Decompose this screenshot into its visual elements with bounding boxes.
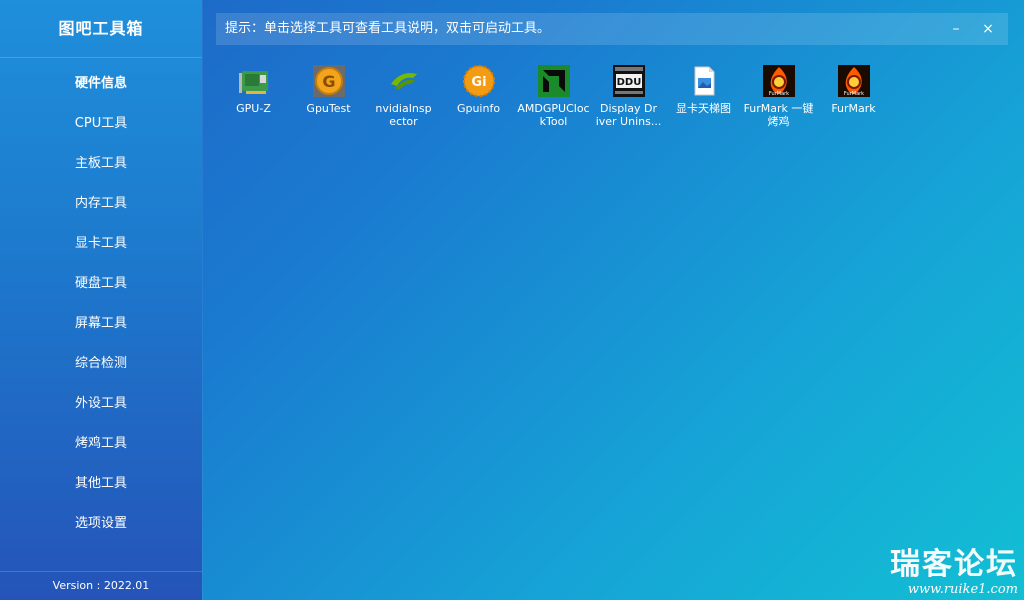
sidebar-item-cpu-tools[interactable]: CPU工具 — [0, 104, 202, 144]
sidebar-item-peripheral-tools[interactable]: 外设工具 — [0, 384, 202, 424]
tool-furmark-one-click[interactable]: FurMark FurMark 一键 烤鸡 — [741, 64, 816, 128]
watermark: 瑞客论坛 www.ruike1.com — [890, 547, 1018, 598]
svg-text:G: G — [322, 72, 335, 91]
tool-label: 显卡天梯图 — [676, 102, 731, 115]
version-label: Version : 2022.01 — [0, 571, 202, 600]
gpuz-icon — [237, 64, 271, 98]
tool-label: FurMark 一键 烤鸡 — [743, 102, 814, 128]
tool-label: nvidiaInsp ector — [375, 102, 432, 128]
ddu-icon: DDU — [612, 64, 646, 98]
watermark-url: www.ruike1.com — [907, 582, 1018, 597]
sidebar-item-screen-tools[interactable]: 屏幕工具 — [0, 304, 202, 344]
tool-label: FurMark — [831, 102, 876, 115]
svg-text:Gi: Gi — [471, 75, 486, 90]
tool-label: GPU-Z — [236, 102, 271, 115]
app-title: 图吧工具箱 — [0, 0, 202, 58]
tool-grid: GPU-Z G GpuTest nvidiaInsp ector Gi Gpui… — [216, 64, 1016, 144]
svg-text:FurMark: FurMark — [768, 91, 788, 97]
tool-label: Gpuinfo — [456, 102, 501, 115]
sidebar-item-memory-tools[interactable]: 内存工具 — [0, 184, 202, 224]
sidebar: 图吧工具箱 硬件信息 CPU工具 主板工具 内存工具 显卡工具 硬盘工具 屏幕工… — [0, 0, 202, 600]
tool-label: GpuTest — [306, 102, 351, 115]
tool-amd-gpu-clock-tool[interactable]: AMDGPUCloc kTool — [516, 64, 591, 128]
hint-bar: 提示：单击选择工具可查看工具说明，双击可启动工具。 – × — [216, 13, 1008, 45]
sidebar-item-stress-tools[interactable]: 烤鸡工具 — [0, 424, 202, 464]
tool-gputest[interactable]: G GpuTest — [291, 64, 366, 115]
tool-gpuz[interactable]: GPU-Z — [216, 64, 291, 115]
watermark-title: 瑞客论坛 — [890, 547, 1018, 582]
svg-text:FurMark: FurMark — [843, 91, 863, 97]
tool-nvidia-inspector[interactable]: nvidiaInsp ector — [366, 64, 441, 128]
sidebar-nav: 硬件信息 CPU工具 主板工具 内存工具 显卡工具 硬盘工具 屏幕工具 综合检测… — [0, 64, 202, 544]
sidebar-item-other-tools[interactable]: 其他工具 — [0, 464, 202, 504]
sidebar-item-disk-tools[interactable]: 硬盘工具 — [0, 264, 202, 304]
sidebar-item-comprehensive-test[interactable]: 综合检测 — [0, 344, 202, 384]
sidebar-item-hardware-info[interactable]: 硬件信息 — [0, 64, 202, 104]
furmark-icon: FurMark — [762, 64, 796, 98]
sidebar-item-settings[interactable]: 选项设置 — [0, 504, 202, 544]
nvidia-icon — [387, 64, 421, 98]
minimize-button[interactable]: – — [942, 13, 970, 45]
tool-gpu-ladder-chart[interactable]: 显卡天梯图 — [666, 64, 741, 115]
sidebar-item-gpu-tools[interactable]: 显卡工具 — [0, 224, 202, 264]
image-file-icon — [687, 64, 721, 98]
close-button[interactable]: × — [974, 13, 1002, 45]
sidebar-item-motherboard-tools[interactable]: 主板工具 — [0, 144, 202, 184]
svg-text:DDU: DDU — [616, 77, 641, 88]
furmark-icon: FurMark — [837, 64, 871, 98]
gputest-icon: G — [312, 64, 346, 98]
hint-text: 提示：单击选择工具可查看工具说明，双击可启动工具。 — [225, 21, 551, 36]
tool-furmark[interactable]: FurMark FurMark — [816, 64, 891, 115]
tool-ddu[interactable]: DDU Display Dr iver Unins... — [591, 64, 666, 128]
tool-label: AMDGPUCloc kTool — [517, 102, 590, 128]
tool-gpuinfo[interactable]: Gi Gpuinfo — [441, 64, 516, 115]
gpuinfo-icon: Gi — [462, 64, 496, 98]
tool-label: Display Dr iver Unins... — [595, 102, 662, 128]
amd-icon — [537, 64, 571, 98]
